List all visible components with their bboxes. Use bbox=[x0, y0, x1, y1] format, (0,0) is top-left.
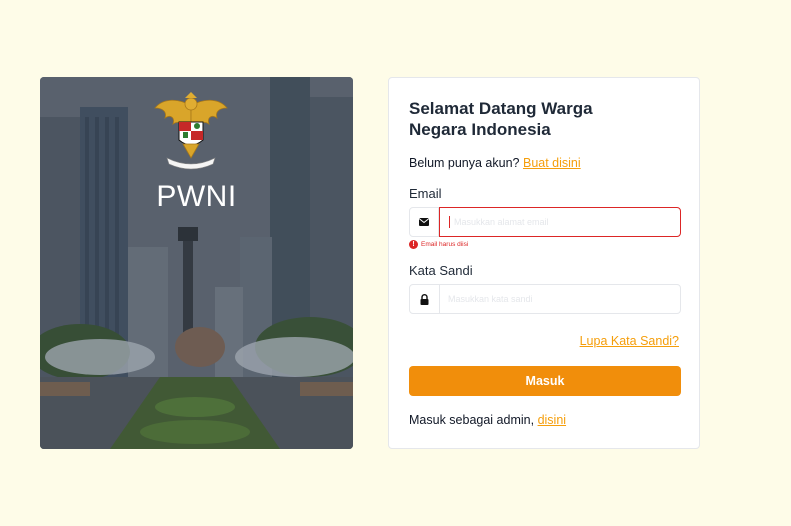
signup-link[interactable]: Buat disini bbox=[523, 156, 581, 170]
email-input[interactable] bbox=[440, 208, 680, 236]
login-card: Selamat Datang Warga Negara Indonesia Be… bbox=[388, 77, 700, 449]
email-input-wrapper bbox=[439, 207, 681, 237]
password-label: Kata Sandi bbox=[409, 263, 473, 278]
admin-login-prompt: Masuk sebagai admin, disini bbox=[409, 413, 679, 427]
admin-prompt-text: Masuk sebagai admin, bbox=[409, 413, 535, 427]
garuda-emblem-icon bbox=[154, 92, 228, 170]
submit-button[interactable]: Masuk bbox=[409, 366, 681, 396]
lock-icon bbox=[410, 285, 440, 313]
signup-prompt-text: Belum punya akun? bbox=[409, 156, 520, 170]
email-error-text: Email harus diisi bbox=[421, 241, 469, 248]
email-error-message: ! Email harus diisi bbox=[409, 240, 679, 249]
email-label: Email bbox=[409, 186, 442, 201]
forgot-password-row: Lupa Kata Sandi? bbox=[409, 334, 679, 348]
password-input[interactable] bbox=[440, 285, 680, 313]
page-title: Selamat Datang Warga Negara Indonesia bbox=[409, 99, 593, 139]
text-caret bbox=[449, 216, 450, 228]
admin-login-link[interactable]: disini bbox=[538, 413, 567, 427]
forgot-password-link[interactable]: Lupa Kata Sandi? bbox=[580, 334, 679, 348]
password-field-group bbox=[409, 284, 681, 314]
exclamation-circle-icon: ! bbox=[409, 240, 418, 249]
email-field-group bbox=[409, 207, 681, 237]
brand-name: PWNI bbox=[156, 180, 237, 213]
envelope-icon bbox=[409, 207, 439, 237]
signup-prompt: Belum punya akun? Buat disini bbox=[409, 156, 679, 170]
hero-image-panel: PWNI bbox=[40, 77, 353, 449]
